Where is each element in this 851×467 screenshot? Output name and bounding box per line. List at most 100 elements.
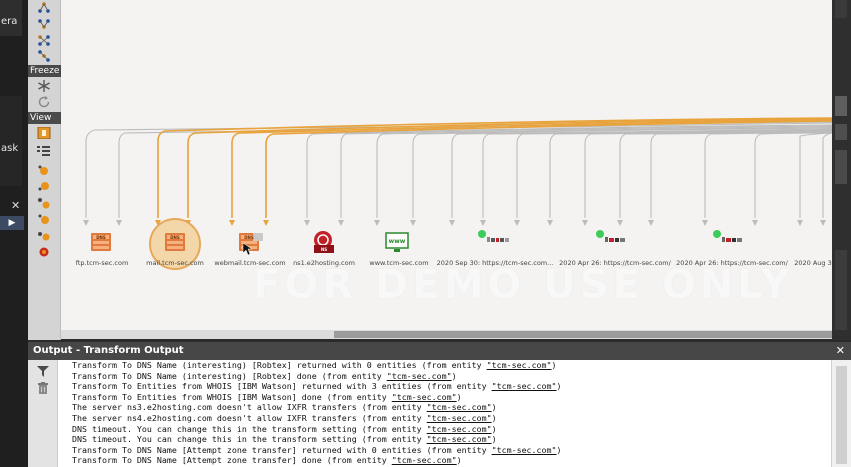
list-view-icon[interactable] [37,145,51,157]
bubble-view-icon-2[interactable] [37,180,51,192]
left-panel-cut-text-1: era [1,16,18,27]
log-text: Transform To DNS Name [Attempt zone tran… [72,455,392,466]
bubble-view-icon-3[interactable] [37,197,51,209]
scrollbar-thumb[interactable] [334,331,834,338]
node-label[interactable]: mail.tcm-sec.com [146,259,204,267]
log-line: Transform To Entities from WHOIS [IBM Wa… [72,392,842,403]
log-line: The server ns3.e2hosting.com doesn't all… [72,402,842,413]
entity-link[interactable]: "tcm-sec.com" [427,424,492,434]
maltego-window: era ask ✕ ▶ Freeze View DNS DNS DNS NS w… [0,0,851,467]
log-tail: ) [456,391,462,402]
svg-text:www: www [389,238,406,245]
bubble-view-icon-5[interactable] [37,230,51,242]
log-tail: ) [491,434,497,445]
output-panel-title: Output - Transform Output [33,345,184,356]
log-line: Transform To DNS Name (interesting) [Rob… [72,360,842,371]
entity-link[interactable]: "tcm-sec.com" [387,371,452,381]
graph-canvas[interactable]: DNS DNS DNS NS www ftp.tcm-sec.com mail.… [61,0,832,330]
entity-link[interactable]: "tcm-sec.com" [392,455,457,465]
entity-link[interactable]: "tcm-sec.com" [492,445,557,455]
entity-link[interactable]: "tcm-sec.com" [427,402,492,412]
gray-arrowheads [83,220,826,226]
log-tail: ) [451,370,457,381]
node-ns1-icon[interactable]: NS [314,231,334,253]
node-www-icon[interactable]: www [385,232,409,252]
log-text: Transform To Entities from WHOIS [IBM Wa… [72,391,392,402]
view-icon[interactable] [37,127,51,139]
view-section-label: View [28,112,61,124]
layout-toolbar: Freeze View [28,0,61,340]
log-tail: ) [551,360,557,370]
entity-link[interactable]: "tcm-sec.com" [492,381,557,391]
node-archive-3-icon[interactable] [713,230,742,242]
log-tail: ) [491,402,497,413]
node-archive-2-icon[interactable] [596,230,625,242]
log-text: Transform To DNS Name (interesting) [Rob… [72,370,387,381]
output-vertical-scrollbar[interactable] [831,360,851,467]
log-text: DNS timeout. You can change this in the … [72,434,427,445]
node-mail-icon[interactable]: DNS [165,233,185,251]
svg-text:DNS: DNS [244,235,254,240]
log-text: The server ns3.e2hosting.com doesn't all… [72,402,427,413]
svg-text:NS: NS [321,247,327,252]
freeze-icon[interactable] [37,80,51,92]
right-panel-bar [835,124,847,140]
bubble-view-icon-4[interactable] [37,213,51,225]
node-archive-1-icon[interactable] [478,230,509,242]
log-tail: ) [556,381,562,392]
log-text: Transform To Entities from WHOIS [IBM Wa… [72,381,492,392]
node-label[interactable]: 2020 Aug 3 [794,259,832,267]
interactive-layout-icon[interactable] [37,50,51,62]
node-label[interactable]: ftp.tcm-sec.com [76,259,129,267]
play-arrow-icon: ▶ [8,218,16,228]
log-line: The server ns4.e2hosting.com doesn't all… [72,413,842,424]
log-line: Transform To DNS Name [Attempt zone tran… [72,445,842,456]
log-line: Transform To DNS Name [Attempt zone tran… [72,455,842,466]
bubble-view-icon-1[interactable] [37,164,51,176]
gray-edge-group [85,121,832,218]
demo-watermark: FOR DEMO USE ONLY [253,262,794,308]
output-toolbar [28,360,58,467]
scrollbar-thumb[interactable] [836,366,847,464]
filter-icon[interactable] [37,366,49,377]
log-line: Transform To Entities from WHOIS [IBM Wa… [72,381,842,392]
log-text: The server ns4.e2hosting.com doesn't all… [72,412,427,423]
bubble-view-icon-6[interactable] [37,246,51,258]
log-tail: ) [491,423,497,434]
freeze-section-label: Freeze [28,65,61,77]
trash-icon[interactable] [38,382,48,394]
log-line: Transform To DNS Name (interesting) [Rob… [72,371,842,382]
left-panel-cut-text-2: ask [1,143,19,154]
entity-link[interactable]: "tcm-sec.com" [427,413,492,423]
output-close-icon[interactable]: ✕ [836,342,845,360]
node-webmail-icon[interactable]: DNS [239,233,263,256]
output-log: Transform To DNS Name (interesting) [Rob… [72,360,842,467]
log-text: Transform To DNS Name (interesting) [Rob… [72,360,487,370]
log-line: DNS timeout. You can change this in the … [72,424,842,435]
left-panel-expand-button[interactable]: ▶ [0,216,24,230]
right-panel-bar [835,96,847,116]
circular-layout-icon[interactable] [37,34,51,46]
entity-link[interactable]: "tcm-sec.com" [487,360,552,370]
left-panel-close-icon[interactable]: ✕ [11,199,20,212]
svg-text:DNS: DNS [170,235,180,240]
log-text: Transform To DNS Name [Attempt zone tran… [72,444,492,455]
node-ftp-icon[interactable]: DNS [91,233,111,251]
log-line: DNS timeout. You can change this in the … [72,434,842,445]
left-side-panel: era ask ✕ ▶ [0,0,28,467]
hierarchy-layout-icon[interactable] [37,2,51,14]
entity-link[interactable]: "tcm-sec.com" [392,392,457,402]
right-panel-bar [835,150,847,184]
log-tail: ) [491,412,497,423]
log-tail: ) [556,444,562,455]
refresh-icon[interactable] [37,96,51,108]
right-panel-bar [835,250,847,330]
svg-text:DNS: DNS [96,235,106,240]
organic-layout-icon[interactable] [37,18,51,30]
log-tail: ) [456,455,462,466]
log-text: DNS timeout. You can change this in the … [72,423,427,434]
right-panel-bar [835,0,847,18]
left-panel-middle [0,96,22,186]
graph-horizontal-scrollbar[interactable] [61,330,834,339]
entity-link[interactable]: "tcm-sec.com" [427,434,492,444]
